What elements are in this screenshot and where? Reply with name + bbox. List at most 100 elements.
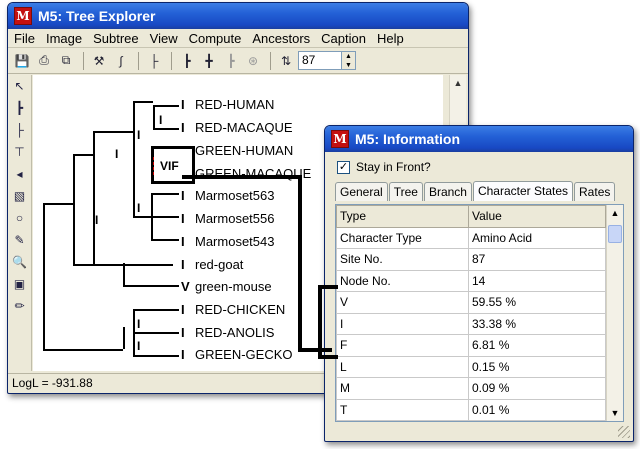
cell-value: 33.38 % (468, 312, 606, 335)
taxon-label[interactable]: I RED-MACAQUE (181, 120, 293, 135)
node-state-label[interactable]: I (137, 317, 140, 331)
copy-icon[interactable]: ⧉ (56, 51, 76, 71)
subtree-view-icon[interactable]: ▧ (8, 185, 31, 207)
compress-subtree-icon[interactable]: ◂ (8, 163, 31, 185)
table-row[interactable]: I 33.38 % (336, 312, 606, 335)
branch (153, 105, 155, 128)
taxon-label[interactable]: I Marmoset543 (181, 234, 274, 249)
caption-icon[interactable]: ▣ (8, 273, 31, 295)
table-row[interactable]: Character Type Amino Acid (336, 226, 606, 249)
taxon-label[interactable]: I RED-HUMAN (181, 97, 274, 112)
print-icon[interactable]: ⎙ (34, 51, 54, 71)
tab-rates[interactable]: Rates (574, 182, 616, 201)
taxon-name: GREEN-MACAQUE (195, 166, 312, 181)
tools-icon[interactable]: ⚒ (89, 51, 109, 71)
node-state-label[interactable]: I (137, 201, 140, 215)
menu-subtree[interactable]: Subtree (93, 31, 139, 46)
taxon-state: I (181, 347, 185, 362)
taxon-state: I (181, 188, 185, 203)
tab-tree[interactable]: Tree (388, 182, 423, 201)
pointer-icon[interactable]: ↖ (8, 75, 31, 97)
menu-caption[interactable]: Caption (321, 31, 366, 46)
information-window: M M5: Information ✓ Stay in Front? Gener… (324, 125, 634, 442)
edit-icon[interactable]: ✏ (8, 295, 31, 317)
taxon-state: V (181, 279, 190, 294)
taxon-label[interactable]: I Marmoset563 (181, 188, 274, 203)
slanted-tree-icon[interactable]: ╋ (199, 51, 219, 71)
stay-in-front-label: Stay in Front? (356, 160, 431, 174)
tab-branch[interactable]: Branch (423, 182, 472, 201)
taxon-name: RED-HUMAN (195, 97, 275, 112)
swap-subtree-icon[interactable]: ┣ (8, 97, 31, 119)
taxon-label[interactable]: I GREEN-GECKO (181, 347, 293, 362)
tree-explorer-titlebar[interactable]: M M5: Tree Explorer (8, 3, 468, 29)
site-number-input[interactable]: 87 (298, 51, 342, 70)
menu-file[interactable]: File (14, 31, 35, 46)
taxon-label[interactable]: FGREEN-MACAQUE (181, 166, 311, 181)
table-row[interactable]: V 59.55 % (336, 291, 606, 314)
branch (73, 154, 93, 156)
scroll-thumb[interactable] (608, 225, 622, 243)
cell-value: 87 (468, 248, 606, 271)
stay-in-front-row[interactable]: ✓ Stay in Front? (325, 156, 633, 178)
cell-type: Character Type (336, 226, 469, 249)
node-state-label[interactable]: I (159, 113, 162, 127)
taxon-label[interactable]: Vgreen-mouse (181, 279, 272, 294)
taxon-label[interactable]: I Marmoset556 (181, 211, 274, 226)
spin-down-icon[interactable]: ▼ (342, 61, 355, 70)
menu-view[interactable]: View (150, 31, 178, 46)
curved-tree-icon[interactable]: ┣ (221, 51, 241, 71)
info-grid[interactable]: Type Value Character Type Amino Acid Site… (335, 204, 624, 422)
tab-character-states[interactable]: Character States (472, 181, 574, 201)
menu-image[interactable]: Image (46, 31, 82, 46)
grid-vertical-scrollbar[interactable]: ▲ ▼ (606, 205, 623, 421)
node-state-label[interactable]: I (137, 128, 140, 142)
taxon-name: RED-ANOLIS (195, 325, 275, 340)
table-row[interactable]: F 6.81 % (336, 334, 606, 357)
branch (133, 309, 179, 311)
ancestor-site-icon[interactable]: ⇅ (276, 51, 296, 71)
cell-value: 6.81 % (468, 334, 606, 357)
column-header-type[interactable]: Type (336, 205, 469, 228)
information-titlebar[interactable]: M M5: Information (325, 126, 633, 152)
save-icon[interactable]: 💾 (12, 51, 32, 71)
scroll-up-icon[interactable]: ▲ (450, 75, 466, 91)
selected-node-box[interactable]: VIF (151, 146, 195, 184)
stay-in-front-checkbox[interactable]: ✓ (337, 160, 350, 174)
menu-help[interactable]: Help (377, 31, 404, 46)
node-state-label[interactable]: I (95, 213, 98, 227)
taxon-label[interactable]: VGREEN-HUMAN (181, 143, 293, 158)
scroll-down-icon[interactable]: ▼ (607, 405, 623, 421)
tree-layout-icon[interactable]: ├ (144, 51, 164, 71)
dna-icon[interactable]: ∫ (111, 51, 131, 71)
table-row[interactable]: T 0.01 % (336, 398, 606, 421)
taxa-icon[interactable]: ✎ (8, 229, 31, 251)
search-icon[interactable]: 🔍 (8, 251, 31, 273)
table-row[interactable]: Node No. 14 (336, 269, 606, 292)
spin-up-icon[interactable]: ▲ (342, 52, 355, 61)
scroll-up-icon[interactable]: ▲ (607, 205, 623, 221)
resize-grip-icon[interactable] (618, 426, 630, 438)
table-row[interactable]: Site No. 87 (336, 248, 606, 271)
root-icon[interactable]: ⊤ (8, 141, 31, 163)
branch (93, 131, 133, 133)
site-number-stepper[interactable]: ▲ ▼ (342, 51, 356, 70)
tab-general[interactable]: General (335, 182, 388, 201)
taxon-label[interactable]: I RED-CHICKEN (181, 302, 285, 317)
taxon-label[interactable]: Ired-goat (181, 257, 243, 272)
rectangular-tree-icon[interactable]: ┣ (177, 51, 197, 71)
table-row[interactable]: M 0.09 % (336, 377, 606, 400)
branch (133, 332, 179, 334)
column-header-value[interactable]: Value (468, 205, 606, 228)
menu-ancestors[interactable]: Ancestors (252, 31, 310, 46)
node-state-label[interactable]: I (115, 147, 118, 161)
radial-tree-icon[interactable]: ⊛ (243, 51, 263, 71)
taxon-state: I (181, 120, 185, 135)
node-icon[interactable]: ○ (8, 207, 31, 229)
taxon-state: I (181, 211, 185, 226)
menu-compute[interactable]: Compute (189, 31, 242, 46)
table-row[interactable]: L 0.15 % (336, 355, 606, 378)
taxon-label[interactable]: I RED-ANOLIS (181, 325, 274, 340)
node-state-label[interactable]: I (137, 339, 140, 353)
flip-subtree-icon[interactable]: ├ (8, 119, 31, 141)
